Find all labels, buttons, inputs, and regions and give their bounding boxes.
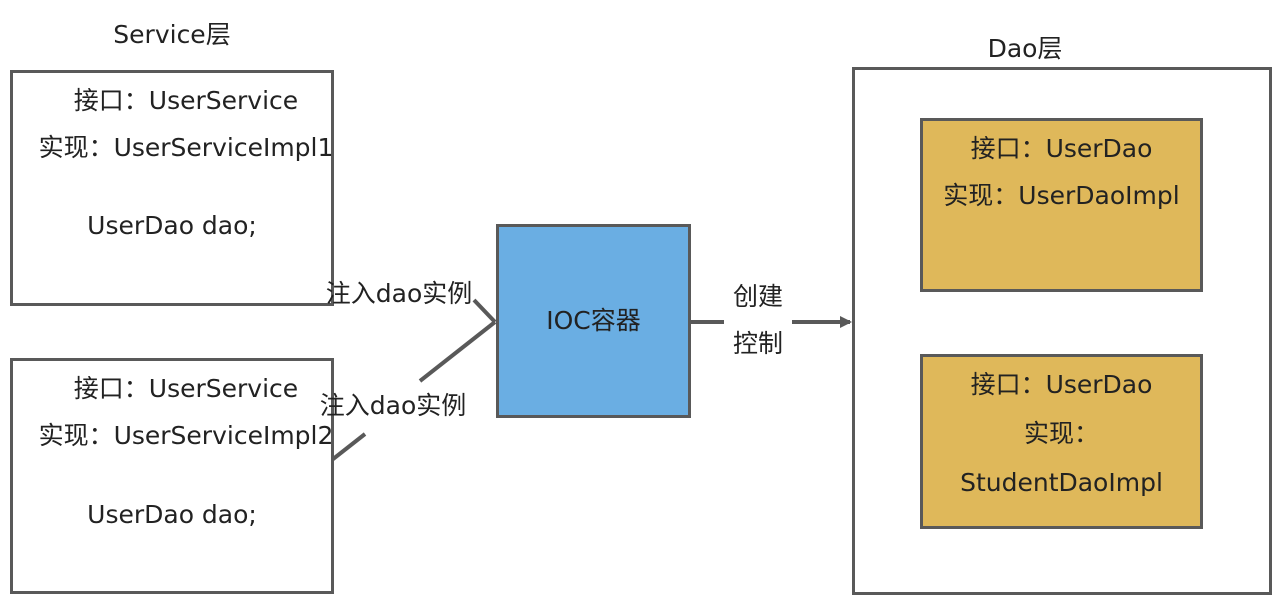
inject-arrow-service-2-segment [418, 320, 497, 383]
service-box-2-implementation: 实现：UserServiceImpl2 [38, 421, 334, 450]
ioc-container-label: IOC容器 [546, 306, 641, 335]
dao-box-2-implementation-class: StudentDaoImpl [960, 468, 1163, 497]
service-box-1-interface: 接口：UserService [73, 86, 299, 115]
create-label-line-1: 创建 [732, 282, 783, 311]
service-layer-title: Service层 [113, 20, 231, 49]
service-box-1-field: UserDao dao; [87, 211, 257, 240]
dao-box-2-interface: 接口：UserDao [970, 370, 1153, 399]
dao-box-1-implementation: 实现：UserDaoImpl [943, 181, 1180, 210]
service-box-2-field: UserDao dao; [87, 500, 257, 529]
dao-box-1-interface: 接口：UserDao [970, 134, 1153, 163]
service-box-1-implementation: 实现：UserServiceImpl1 [38, 133, 334, 162]
dao-box-2-implementation-prefix: 实现： [1023, 419, 1099, 448]
inject-label-service-2: 注入dao实例 [319, 391, 467, 420]
ioc-diagram: Service层 接口：UserService 实现：UserServiceIm… [0, 0, 1284, 600]
inject-label-service-1: 注入dao实例 [325, 279, 473, 308]
dao-layer-title: Dao层 [987, 34, 1063, 63]
control-label-line-2: 控制 [732, 329, 783, 358]
